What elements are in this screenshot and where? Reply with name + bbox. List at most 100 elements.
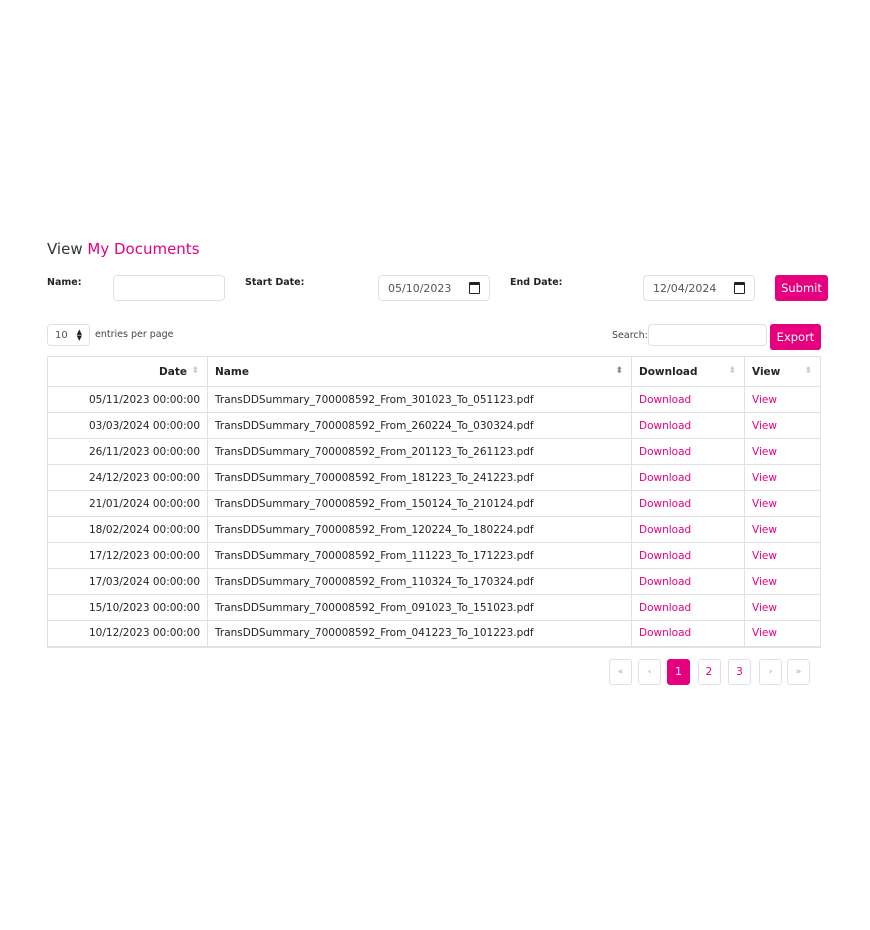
name-cell: TransDDSummary_700008592_From_201123_To_…: [207, 438, 632, 465]
documents-table: Date ⬍ Name ⬍ Download ⬍ View ⬍ 05/11/2023 0…: [47, 356, 821, 648]
view-cell: View: [744, 464, 821, 491]
download-cell: Download: [631, 620, 745, 648]
date-cell: 15/10/2023 00:00:00: [47, 594, 208, 621]
table-row: 05/11/2023 00:00:00 TransDDSummary_70000…: [47, 386, 821, 413]
view-link[interactable]: View: [752, 602, 777, 614]
table-row: 18/02/2024 00:00:00 TransDDSummary_70000…: [47, 516, 821, 543]
sort-desc-icon: ⬍: [615, 366, 623, 376]
next-page-button[interactable]: ›: [759, 659, 782, 685]
download-cell: Download: [631, 568, 745, 595]
table-row: 03/03/2024 00:00:00 TransDDSummary_70000…: [47, 412, 821, 439]
view-cell: View: [744, 542, 821, 569]
name-cell: TransDDSummary_700008592_From_301023_To_…: [207, 386, 632, 413]
view-link[interactable]: View: [752, 550, 777, 562]
last-page-button[interactable]: »: [787, 659, 810, 685]
date-cell: 17/03/2024 00:00:00: [47, 568, 208, 595]
name-cell: TransDDSummary_700008592_From_260224_To_…: [207, 412, 632, 439]
search-label: Search:: [612, 330, 648, 341]
sort-icon: ⬍: [804, 366, 812, 376]
download-link[interactable]: Download: [639, 420, 691, 432]
date-cell: 26/11/2023 00:00:00: [47, 438, 208, 465]
download-link[interactable]: Download: [639, 627, 691, 639]
download-cell: Download: [631, 412, 745, 439]
calendar-icon[interactable]: [469, 282, 480, 294]
search-input[interactable]: [648, 324, 767, 346]
view-cell: View: [744, 438, 821, 465]
export-button[interactable]: Export: [770, 324, 821, 350]
download-link[interactable]: Download: [639, 602, 691, 614]
view-link[interactable]: View: [752, 498, 777, 510]
table-row: 10/12/2023 00:00:00 TransDDSummary_70000…: [47, 620, 821, 648]
download-link[interactable]: Download: [639, 394, 691, 406]
view-link[interactable]: View: [752, 524, 777, 536]
view-link[interactable]: View: [752, 472, 777, 484]
name-cell: TransDDSummary_700008592_From_110324_To_…: [207, 568, 632, 595]
date-cell: 05/11/2023 00:00:00: [47, 386, 208, 413]
header-name[interactable]: Name ⬍: [207, 356, 632, 387]
download-link[interactable]: Download: [639, 524, 691, 536]
submit-button[interactable]: Submit: [775, 275, 828, 301]
date-cell: 21/01/2024 00:00:00: [47, 490, 208, 517]
header-view[interactable]: View ⬍: [744, 356, 821, 387]
view-cell: View: [744, 568, 821, 595]
date-cell: 10/12/2023 00:00:00: [47, 620, 208, 648]
end-date-label: End Date:: [510, 277, 563, 288]
view-cell: View: [744, 386, 821, 413]
name-cell: TransDDSummary_700008592_From_041223_To_…: [207, 620, 632, 648]
page-button-1[interactable]: 1: [667, 659, 690, 685]
entries-label: entries per page: [95, 329, 174, 340]
view-link[interactable]: View: [752, 576, 777, 588]
table-row: 17/12/2023 00:00:00 TransDDSummary_70000…: [47, 542, 821, 569]
name-input[interactable]: [113, 275, 225, 301]
entries-select[interactable]: 10 ▲ ▼: [47, 324, 90, 346]
sort-icon: ⬍: [728, 366, 736, 376]
sort-icon: ⬍: [191, 366, 199, 376]
table-row: 26/11/2023 00:00:00 TransDDSummary_70000…: [47, 438, 821, 465]
table-row: 17/03/2024 00:00:00 TransDDSummary_70000…: [47, 568, 821, 595]
download-cell: Download: [631, 490, 745, 517]
download-cell: Download: [631, 594, 745, 621]
table-row: 21/01/2024 00:00:00 TransDDSummary_70000…: [47, 490, 821, 517]
date-cell: 18/02/2024 00:00:00: [47, 516, 208, 543]
start-date-input[interactable]: 05/10/2023: [378, 275, 490, 301]
download-cell: Download: [631, 464, 745, 491]
download-cell: Download: [631, 386, 745, 413]
view-cell: View: [744, 620, 821, 648]
download-link[interactable]: Download: [639, 446, 691, 458]
view-link[interactable]: View: [752, 420, 777, 432]
download-link[interactable]: Download: [639, 550, 691, 562]
prev-page-button[interactable]: ‹: [638, 659, 661, 685]
view-link[interactable]: View: [752, 394, 777, 406]
download-cell: Download: [631, 438, 745, 465]
date-cell: 24/12/2023 00:00:00: [47, 464, 208, 491]
view-link[interactable]: View: [752, 627, 777, 639]
page-button-2[interactable]: 2: [697, 659, 721, 685]
calendar-icon[interactable]: [734, 282, 745, 294]
page-button-3[interactable]: 3: [728, 659, 751, 685]
start-date-label: Start Date:: [245, 277, 305, 288]
view-cell: View: [744, 412, 821, 439]
download-link[interactable]: Download: [639, 498, 691, 510]
name-cell: TransDDSummary_700008592_From_120224_To_…: [207, 516, 632, 543]
table-row: 24/12/2023 00:00:00 TransDDSummary_70000…: [47, 464, 821, 491]
view-cell: View: [744, 490, 821, 517]
header-download[interactable]: Download ⬍: [631, 356, 745, 387]
view-link[interactable]: View: [752, 446, 777, 458]
name-label: Name:: [47, 277, 82, 288]
download-link[interactable]: Download: [639, 576, 691, 588]
name-cell: TransDDSummary_700008592_From_091023_To_…: [207, 594, 632, 621]
download-cell: Download: [631, 542, 745, 569]
download-cell: Download: [631, 516, 745, 543]
view-cell: View: [744, 594, 821, 621]
header-date[interactable]: Date ⬍: [47, 356, 208, 387]
page-title: View My Documents: [47, 240, 200, 258]
name-cell: TransDDSummary_700008592_From_181223_To_…: [207, 464, 632, 491]
download-link[interactable]: Download: [639, 472, 691, 484]
view-cell: View: [744, 516, 821, 543]
name-cell: TransDDSummary_700008592_From_111223_To_…: [207, 542, 632, 569]
chevron-updown-icon: ▲ ▼: [76, 328, 82, 342]
first-page-button[interactable]: «: [609, 659, 632, 685]
end-date-input[interactable]: 12/04/2024: [643, 275, 755, 301]
name-cell: TransDDSummary_700008592_From_150124_To_…: [207, 490, 632, 517]
date-cell: 17/12/2023 00:00:00: [47, 542, 208, 569]
